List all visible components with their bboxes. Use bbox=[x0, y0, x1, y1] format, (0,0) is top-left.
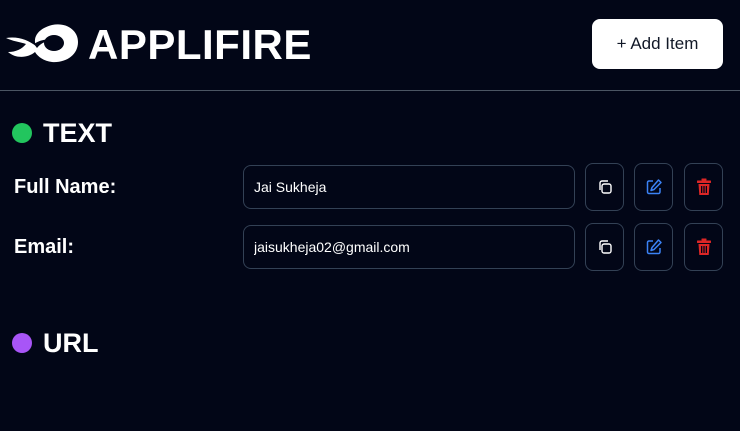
field-label: Full Name: bbox=[14, 176, 117, 198]
section-header-text: TEXT bbox=[12, 117, 112, 149]
section-status-dot bbox=[12, 333, 32, 353]
delete-button[interactable] bbox=[684, 223, 723, 271]
section-status-dot bbox=[12, 123, 32, 143]
copy-icon bbox=[598, 240, 612, 254]
edit-icon bbox=[646, 239, 662, 255]
section-title: URL bbox=[43, 328, 99, 358]
delete-button[interactable] bbox=[684, 163, 723, 211]
section-header-url: URL bbox=[12, 327, 99, 359]
flame-logo-icon bbox=[6, 24, 78, 63]
edit-button[interactable] bbox=[634, 163, 673, 211]
edit-button[interactable] bbox=[634, 223, 673, 271]
email-field[interactable] bbox=[243, 225, 575, 269]
field-row-email: Email: bbox=[0, 223, 740, 271]
copy-icon bbox=[598, 180, 612, 194]
add-item-button[interactable]: + Add Item bbox=[592, 19, 723, 69]
header: APPLIFIRE + Add Item bbox=[0, 0, 740, 91]
trash-icon bbox=[696, 238, 711, 255]
field-row-full-name: Full Name: bbox=[0, 163, 740, 211]
copy-button[interactable] bbox=[585, 223, 624, 271]
brand-name: APPLIFIRE bbox=[88, 21, 312, 68]
edit-icon bbox=[646, 179, 662, 195]
field-label: Email: bbox=[14, 236, 75, 258]
full-name-field[interactable] bbox=[243, 165, 575, 209]
section-title: TEXT bbox=[43, 118, 113, 148]
trash-icon bbox=[696, 178, 711, 195]
copy-button[interactable] bbox=[585, 163, 624, 211]
